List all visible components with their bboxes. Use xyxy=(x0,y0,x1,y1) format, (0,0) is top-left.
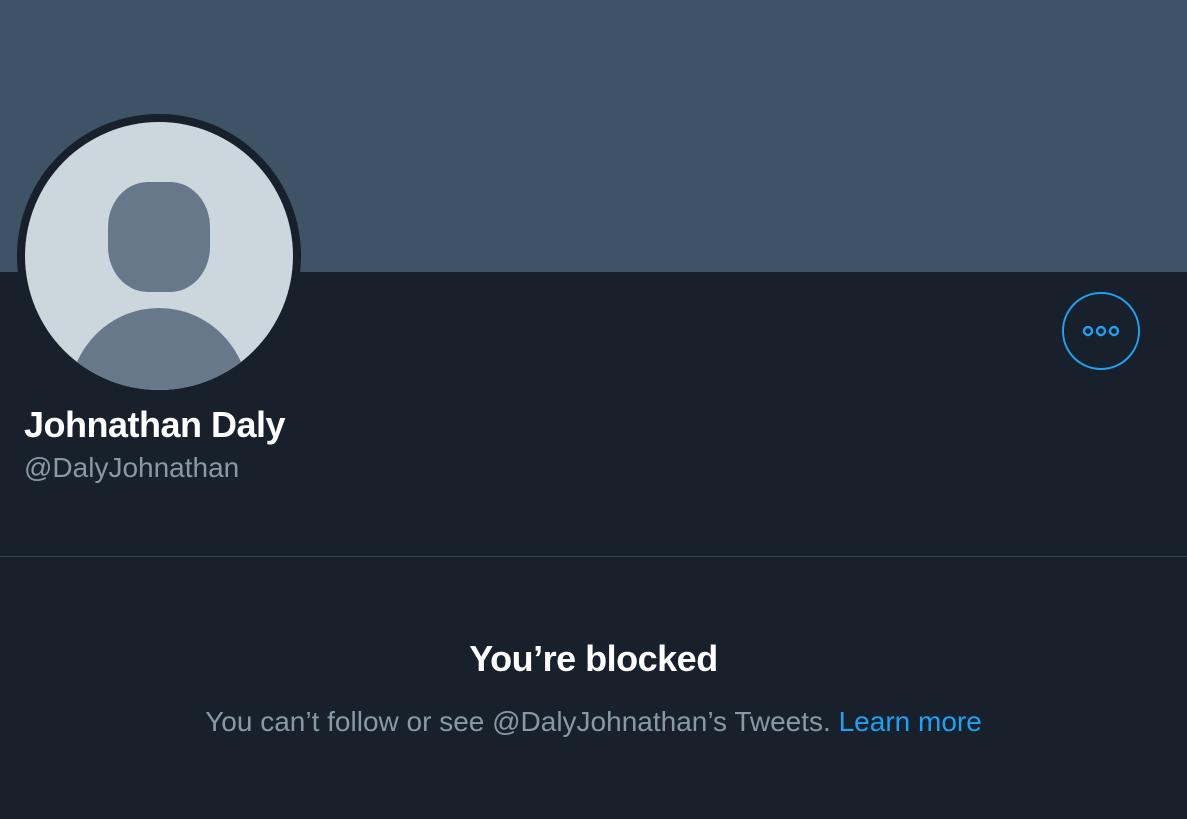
more-options-button[interactable] xyxy=(1062,292,1140,370)
divider xyxy=(0,556,1187,557)
display-name: Johnathan Daly xyxy=(24,404,286,445)
blocked-message: You can’t follow or see @DalyJohnathan’s… xyxy=(0,706,1187,738)
learn-more-link[interactable]: Learn more xyxy=(839,706,982,737)
profile-page: Johnathan Daly @DalyJohnathan You’re blo… xyxy=(0,0,1187,819)
more-horizontal-icon xyxy=(1082,325,1120,337)
blocked-title: You’re blocked xyxy=(469,638,718,679)
avatar[interactable] xyxy=(17,114,301,398)
blocked-message-text: You can’t follow or see @DalyJohnathan’s… xyxy=(205,706,831,737)
default-avatar-icon xyxy=(25,122,293,390)
user-handle: @DalyJohnathan xyxy=(24,452,240,483)
